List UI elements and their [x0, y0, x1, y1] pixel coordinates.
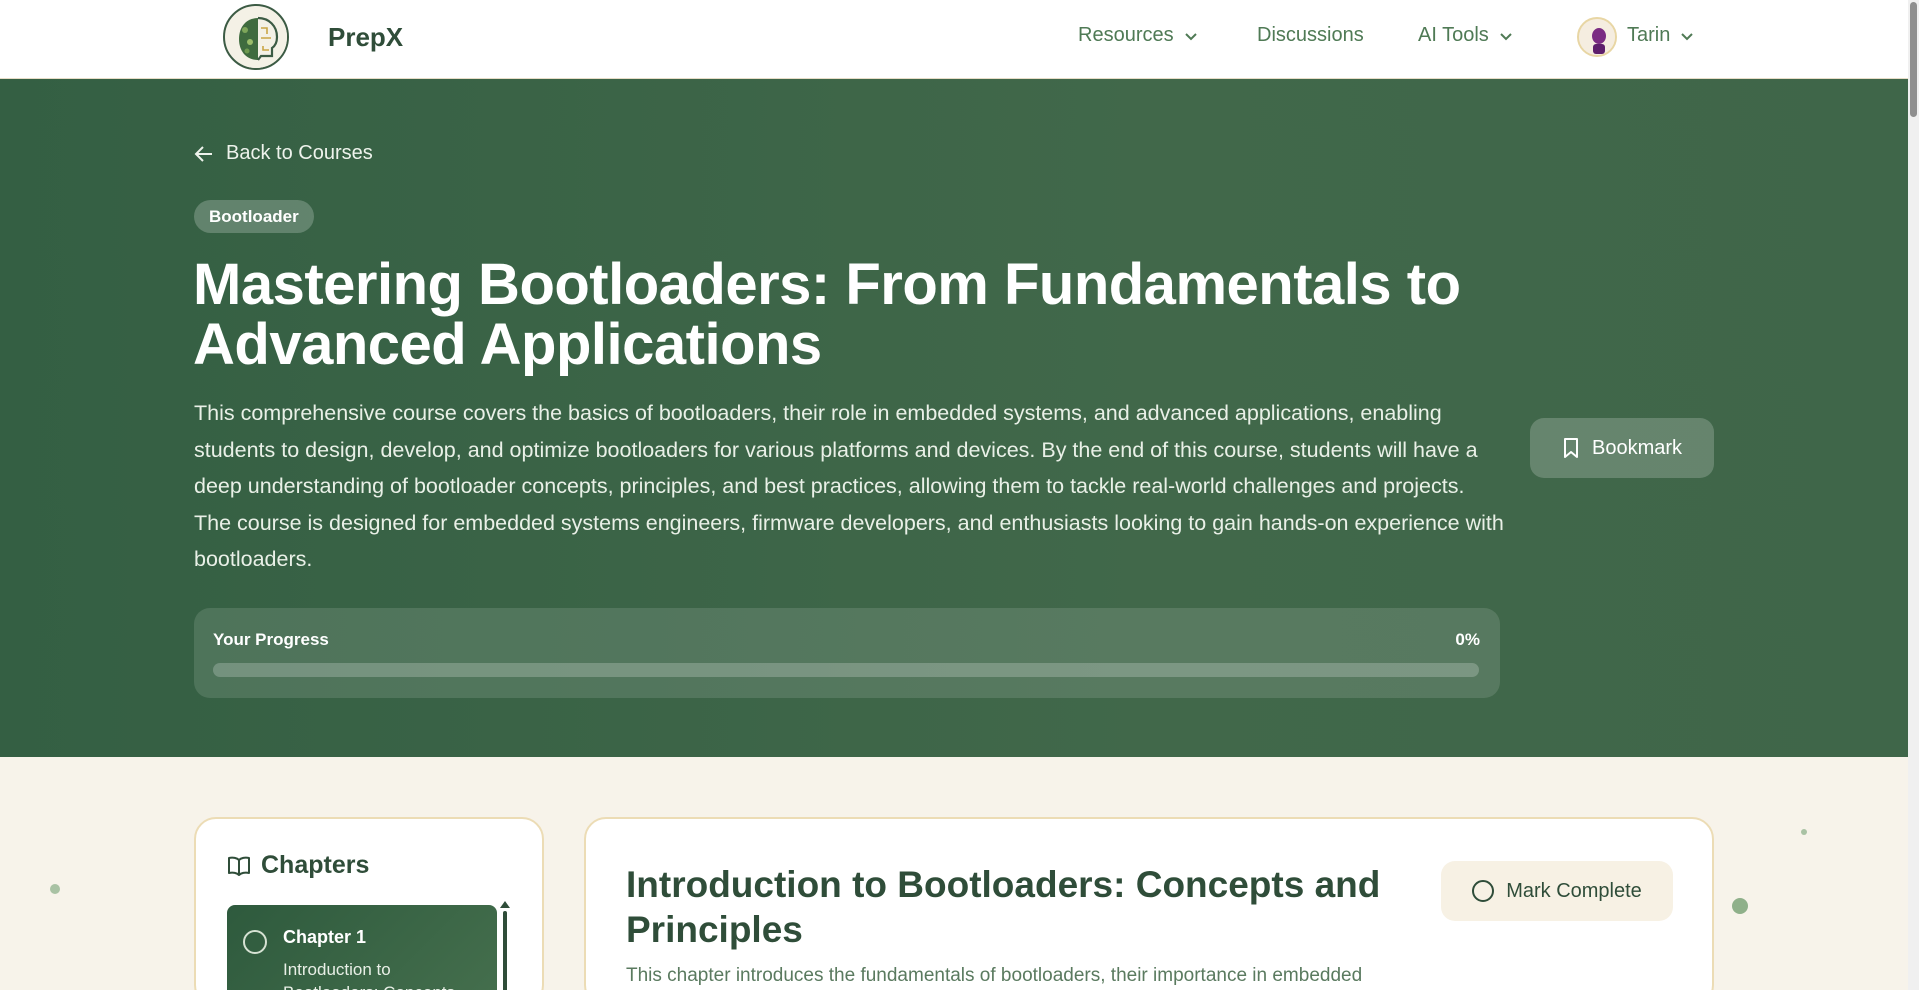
nav-discussions[interactable]: Discussions [1257, 24, 1364, 47]
chevron-down-icon [1500, 32, 1512, 40]
decorative-dot [1801, 829, 1807, 835]
chevron-down-icon [1681, 32, 1694, 40]
progress-card: Your Progress 0% [194, 608, 1500, 698]
bookmark-icon [1563, 438, 1578, 458]
nav-discussions-label: Discussions [1257, 24, 1364, 46]
bookmark-label: Bookmark [1591, 436, 1683, 459]
chapter-description: This chapter introduces the fundamentals… [626, 965, 1363, 986]
progress-label: Your Progress [213, 630, 329, 649]
book-open-icon [228, 856, 250, 876]
top-nav-bar: PrepX Resources Discussions AI Tools Tar… [0, 0, 1908, 79]
arrow-left-icon [194, 145, 212, 162]
chapter-heading: Introduction to Bootloaders: Concepts an… [626, 864, 1381, 950]
chapters-heading-label: Chapters [261, 851, 370, 879]
chapter-number: Chapter 1 [283, 927, 367, 947]
page-scrollbar[interactable] [1908, 0, 1919, 990]
chapter-title: Introduction to Bootloaders: Concepts [283, 960, 455, 990]
back-label: Back to Courses [226, 142, 373, 164]
scroll-up-arrow[interactable] [500, 901, 510, 908]
chapters-heading: Chapters [227, 851, 369, 880]
page-scrollbar-thumb[interactable] [1910, 2, 1917, 117]
nav-ai-tools-label: AI Tools [1418, 24, 1489, 46]
user-name: Tarin [1627, 24, 1671, 46]
chapter-item[interactable]: Chapter 1 Introduction to Bootloaders: C… [227, 905, 497, 990]
circle-icon[interactable] [243, 930, 267, 954]
chapters-scrollbar[interactable] [503, 911, 507, 990]
page-title: Mastering Bootloaders: From Fundamentals… [193, 252, 1461, 377]
course-description: This comprehensive course covers the bas… [194, 401, 1504, 571]
nav-ai-tools[interactable]: AI Tools [1418, 24, 1513, 47]
circle-icon [1472, 880, 1495, 902]
avatar[interactable] [1577, 17, 1617, 57]
bookmark-button[interactable]: Bookmark [1530, 418, 1714, 478]
decorative-dot [50, 884, 60, 894]
course-tag: Bootloader [194, 200, 314, 233]
chapter-content-panel: Introduction to Bootloaders: Concepts an… [584, 817, 1714, 990]
chapters-panel: Chapters Chapter 1 Introduction to Bootl… [194, 817, 544, 990]
nav-resources-label: Resources [1078, 24, 1174, 46]
brain-logo-icon[interactable] [223, 4, 289, 70]
nav-resources[interactable]: Resources [1078, 24, 1198, 47]
progress-percent: 0% [1455, 630, 1480, 649]
progress-bar [213, 663, 1479, 677]
mark-complete-label: Mark Complete [1506, 879, 1642, 902]
user-menu[interactable]: Tarin [1627, 24, 1694, 47]
decorative-dot [1732, 898, 1748, 914]
mark-complete-button[interactable]: Mark Complete [1441, 861, 1673, 921]
chevron-down-icon [1184, 32, 1197, 40]
course-hero: Back to Courses Bootloader Mastering Boo… [0, 79, 1908, 757]
brand-name[interactable]: PrepX [328, 22, 403, 53]
back-to-courses-link[interactable]: Back to Courses [194, 142, 373, 165]
